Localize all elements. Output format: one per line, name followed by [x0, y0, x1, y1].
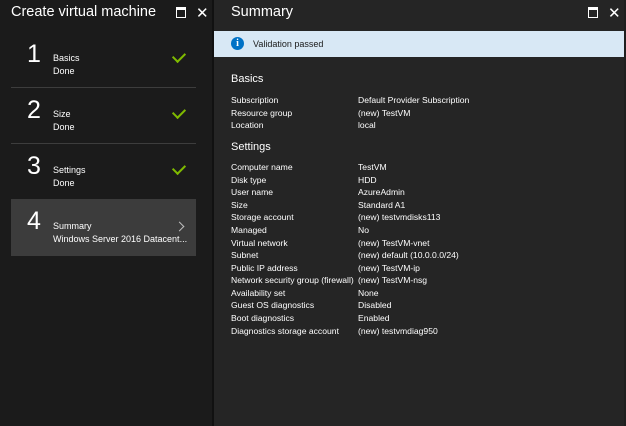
- summary-row: Computer name TestVM: [231, 162, 611, 174]
- row-value: HDD: [358, 175, 377, 185]
- section-heading-settings: Settings: [231, 141, 271, 153]
- row-label: Location: [231, 120, 264, 130]
- maximize-button[interactable]: [586, 5, 600, 19]
- row-value: (new) testvmdiag950: [358, 326, 438, 336]
- row-value: (new) TestVM: [358, 108, 411, 118]
- summary-row: Subnet (new) default (10.0.0.0/24): [231, 250, 611, 262]
- summary-row: User name AzureAdmin: [231, 187, 611, 199]
- step-status: Done: [53, 122, 75, 132]
- row-label: Managed: [231, 225, 267, 235]
- row-label: Computer name: [231, 162, 293, 172]
- blade-actions: ✕: [174, 5, 209, 21]
- summary-row: Resource group (new) TestVM: [231, 108, 611, 120]
- create-vm-blade: Create virtual machine ✕ 1 Basics Done 2…: [0, 0, 212, 426]
- summary-row: Public IP address (new) TestVM-ip: [231, 263, 611, 275]
- close-button[interactable]: ✕: [607, 6, 621, 21]
- summary-row: Network security group (firewall) (new) T…: [231, 275, 611, 287]
- checkmark-icon: [171, 104, 187, 120]
- blade-title: Summary: [231, 4, 294, 20]
- row-label: Subscription: [231, 95, 279, 105]
- close-button[interactable]: ✕: [195, 6, 209, 21]
- row-value: local: [358, 120, 376, 130]
- summary-row: Subscription Default Provider Subscriptio…: [231, 95, 611, 107]
- summary-row: Disk type HDD: [231, 175, 611, 187]
- step-number: 2: [27, 96, 41, 124]
- row-value: (new) testvmdisks113: [358, 212, 441, 222]
- summary-row: Size Standard A1: [231, 200, 611, 212]
- summary-row: Virtual network (new) TestVM-vnet: [231, 238, 611, 250]
- row-value: TestVM: [358, 162, 387, 172]
- summary-row: Guest OS diagnostics Disabled: [231, 300, 611, 312]
- row-label: Disk type: [231, 175, 267, 185]
- row-value: Standard A1: [358, 200, 406, 210]
- chevron-right-icon: [174, 221, 185, 232]
- step-name: Summary: [53, 221, 92, 231]
- checkmark-icon: [171, 48, 187, 64]
- blade-actions: ✕: [586, 5, 621, 21]
- step-number: 4: [27, 207, 41, 235]
- row-value: (new) TestVM-vnet: [358, 238, 430, 248]
- row-label: Guest OS diagnostics: [231, 300, 315, 310]
- blade-title: Create virtual machine: [11, 4, 157, 20]
- step-status: Done: [53, 178, 75, 188]
- summary-row: Diagnostics storage account (new) testvmd…: [231, 326, 611, 338]
- step-size[interactable]: 2 Size Done: [11, 88, 196, 144]
- info-icon: i: [231, 37, 244, 50]
- row-label: Virtual network: [231, 238, 288, 248]
- row-value: Enabled: [358, 313, 390, 323]
- row-label: User name: [231, 187, 274, 197]
- validation-banner: i Validation passed: [214, 31, 624, 57]
- row-value: Disabled: [358, 300, 392, 310]
- row-label: Network security group (firewall): [231, 275, 354, 285]
- step-name: Basics: [53, 53, 80, 63]
- row-label: Size: [231, 200, 248, 210]
- summary-row: Managed No: [231, 225, 611, 237]
- checkmark-icon: [171, 160, 187, 176]
- summary-row: Boot diagnostics Enabled: [231, 313, 611, 325]
- row-value: (new) TestVM-ip: [358, 263, 420, 273]
- summary-row: Location local: [231, 120, 611, 132]
- row-value: None: [358, 288, 379, 298]
- step-number: 3: [27, 152, 41, 180]
- row-label: Resource group: [231, 108, 293, 118]
- step-basics[interactable]: 1 Basics Done: [11, 32, 196, 88]
- step-name: Settings: [53, 165, 86, 175]
- maximize-icon: [588, 7, 598, 18]
- summary-row: Storage account (new) testvmdisks113: [231, 212, 611, 224]
- row-value: Default Provider Subscription: [358, 95, 470, 105]
- row-label: Subnet: [231, 250, 259, 260]
- step-status: Done: [53, 66, 75, 76]
- maximize-icon: [176, 7, 186, 18]
- row-value: (new) default (10.0.0.0/24): [358, 250, 459, 260]
- row-value: AzureAdmin: [358, 187, 405, 197]
- step-number: 1: [27, 40, 41, 68]
- step-name: Size: [53, 109, 71, 119]
- section-heading-basics: Basics: [231, 73, 264, 85]
- row-label: Availability set: [231, 288, 286, 298]
- step-settings[interactable]: 3 Settings Done: [11, 144, 196, 200]
- row-label: Storage account: [231, 212, 294, 222]
- step-status: Windows Server 2016 Datacent...: [53, 234, 188, 244]
- summary-row: Availability set None: [231, 288, 611, 300]
- row-label: Boot diagnostics: [231, 313, 295, 323]
- row-label: Diagnostics storage account: [231, 326, 339, 336]
- step-summary[interactable]: 4 Summary Windows Server 2016 Datacent..…: [11, 199, 196, 256]
- maximize-button[interactable]: [174, 5, 188, 19]
- row-label: Public IP address: [231, 263, 298, 273]
- row-value: No: [358, 225, 369, 235]
- summary-blade: Summary ✕ i Validation passed Basics Sub…: [214, 0, 624, 426]
- banner-text: Validation passed: [253, 39, 324, 49]
- row-value: (new) TestVM-nsg: [358, 275, 428, 285]
